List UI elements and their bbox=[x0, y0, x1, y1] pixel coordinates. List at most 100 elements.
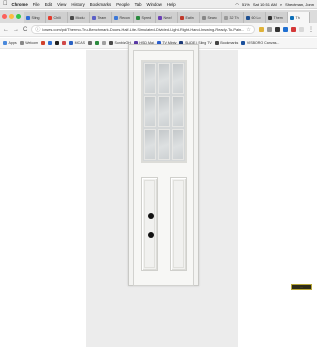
bookmark-item[interactable] bbox=[88, 41, 93, 45]
tab-favicon-icon bbox=[92, 15, 96, 20]
bookmark-item[interactable] bbox=[102, 41, 107, 45]
bookmark-favicon-icon bbox=[55, 41, 60, 45]
menu-people[interactable]: People bbox=[116, 2, 129, 7]
tab-4[interactable]: Recon bbox=[112, 12, 134, 23]
menu-app-name[interactable]: Chrome bbox=[12, 2, 28, 7]
tab-9[interactable]: 32 Th bbox=[222, 12, 244, 23]
extension-icon[interactable] bbox=[275, 27, 280, 32]
window-controls bbox=[2, 10, 21, 23]
glass-pane bbox=[144, 96, 156, 127]
tab-favicon-icon bbox=[48, 15, 52, 20]
extension-icon[interactable] bbox=[291, 27, 296, 32]
extension-icon[interactable] bbox=[299, 27, 304, 32]
bookmark-favicon-icon bbox=[88, 41, 93, 45]
door-glass-lite bbox=[141, 60, 187, 163]
tab-label: Team bbox=[97, 15, 107, 20]
tab-3[interactable]: Team bbox=[90, 12, 112, 23]
zoom-window-icon[interactable] bbox=[16, 14, 21, 19]
user-name[interactable]: Shectman, Jonn bbox=[285, 2, 314, 7]
menu-tab[interactable]: Tab bbox=[135, 2, 142, 7]
clock[interactable]: Sat 10:51 AM bbox=[253, 2, 277, 7]
tab-label: New! bbox=[163, 15, 172, 20]
bookmark-item[interactable]: Apps bbox=[3, 41, 17, 45]
deadbolt bbox=[148, 232, 154, 238]
bookmark-favicon-icon bbox=[95, 41, 100, 45]
tab-label: Recon bbox=[119, 15, 130, 20]
tab-11[interactable]: Them bbox=[266, 12, 288, 23]
search-icon[interactable]: ⌕ bbox=[280, 2, 282, 7]
tab-8[interactable]: Searc bbox=[200, 12, 222, 23]
bookmark-item[interactable] bbox=[41, 41, 46, 45]
lock-icon[interactable]: ⓘ bbox=[35, 26, 40, 33]
tab-label: Spred bbox=[141, 15, 152, 20]
extension-icon[interactable] bbox=[267, 27, 272, 32]
glass-pane bbox=[158, 63, 170, 94]
menu-file[interactable]: File bbox=[33, 2, 40, 7]
tab-label: Searc bbox=[207, 15, 217, 20]
tab-0[interactable]: Sling bbox=[24, 12, 46, 23]
bookmark-label: Welcom bbox=[25, 41, 39, 45]
tab-10[interactable]: 60 Lo bbox=[244, 12, 266, 23]
reload-button[interactable]: C bbox=[23, 23, 27, 37]
menu-help[interactable]: Help bbox=[167, 2, 176, 7]
bookmark-favicon-icon bbox=[48, 41, 53, 45]
tab-6[interactable]: New! bbox=[156, 12, 178, 23]
menu-status-area: ◠ 51% Sat 10:51 AM ⌕ Shectman, Jonn bbox=[235, 2, 314, 7]
bookmark-item[interactable] bbox=[55, 41, 60, 45]
menu-history[interactable]: History bbox=[71, 2, 84, 7]
tab-7[interactable]: Eatin bbox=[178, 12, 200, 23]
bookmark-item[interactable]: MCAS bbox=[69, 41, 85, 45]
tab-favicon-icon bbox=[26, 15, 30, 20]
corner-badge[interactable]: ··· bbox=[291, 284, 312, 290]
wifi-icon[interactable]: ◠ bbox=[235, 2, 239, 7]
bookmark-favicon-icon bbox=[62, 41, 67, 45]
bookmark-favicon-icon bbox=[69, 41, 74, 45]
address-bar[interactable]: ⓘ lowes.com/pd/Thermo-Tru-Benchmark-Door… bbox=[31, 25, 255, 34]
glass-pane bbox=[158, 129, 170, 160]
bookmark-item[interactable]: VISBORO Canvas... bbox=[241, 41, 279, 45]
tab-favicon-icon bbox=[70, 15, 74, 20]
more-menu-icon[interactable]: ⋮ bbox=[308, 23, 314, 37]
apple-icon[interactable]:  bbox=[3, 0, 8, 8]
bookmark-favicon-icon bbox=[109, 41, 114, 45]
bookmark-item[interactable]: Welcom bbox=[19, 41, 39, 45]
bookmark-item[interactable] bbox=[48, 41, 53, 45]
menu-edit[interactable]: Edit bbox=[45, 2, 52, 7]
menu-bookmarks[interactable]: Bookmarks bbox=[90, 2, 112, 7]
bookmark-item[interactable] bbox=[62, 41, 67, 45]
tab-label: Sling bbox=[31, 15, 40, 20]
bookmark-favicon-icon bbox=[241, 41, 246, 45]
door-panel-left bbox=[141, 177, 158, 271]
tab-favicon-icon bbox=[224, 15, 228, 20]
bookmark-label: MCAS bbox=[74, 41, 86, 45]
menu-view[interactable]: View bbox=[57, 2, 66, 7]
bookmark-favicon-icon bbox=[19, 41, 24, 45]
tab-favicon-icon bbox=[180, 15, 184, 20]
close-window-icon[interactable] bbox=[2, 14, 7, 19]
browser-toolbar: ← → C ⓘ lowes.com/pd/Thermo-Tru-Benchmar… bbox=[0, 23, 317, 37]
tab-2[interactable]: Modu bbox=[68, 12, 90, 23]
menu-window[interactable]: Window bbox=[147, 2, 162, 7]
bookmark-item[interactable]: Bookmarks bbox=[214, 41, 238, 45]
bookmark-item[interactable] bbox=[95, 41, 100, 45]
extension-icon[interactable] bbox=[283, 27, 288, 32]
extension-icon[interactable] bbox=[259, 27, 264, 32]
minimize-window-icon[interactable] bbox=[9, 14, 14, 19]
glass-pane bbox=[172, 63, 184, 94]
bookmark-label: Apps bbox=[8, 41, 17, 45]
tab-favicon-icon bbox=[290, 15, 294, 20]
battery-percent[interactable]: 51% bbox=[242, 2, 250, 7]
tab-label: Modu bbox=[75, 15, 85, 20]
tab-label: Th bbox=[295, 15, 300, 20]
tab-favicon-icon bbox=[268, 15, 272, 20]
tab-1[interactable]: Chili bbox=[46, 12, 68, 23]
tab-favicon-icon bbox=[114, 15, 118, 20]
tab-12[interactable]: Th bbox=[288, 12, 310, 23]
url-text[interactable]: lowes.com/pd/Thermo-Tru-Benchmark-Doors-… bbox=[42, 27, 244, 32]
bookmark-star-icon[interactable]: ☆ bbox=[246, 27, 250, 33]
forward-button[interactable]: → bbox=[13, 23, 19, 37]
tab-5[interactable]: Spred bbox=[134, 12, 156, 23]
door-panel-right bbox=[170, 177, 187, 271]
back-button[interactable]: ← bbox=[3, 23, 9, 37]
tab-label: Them bbox=[273, 15, 283, 20]
